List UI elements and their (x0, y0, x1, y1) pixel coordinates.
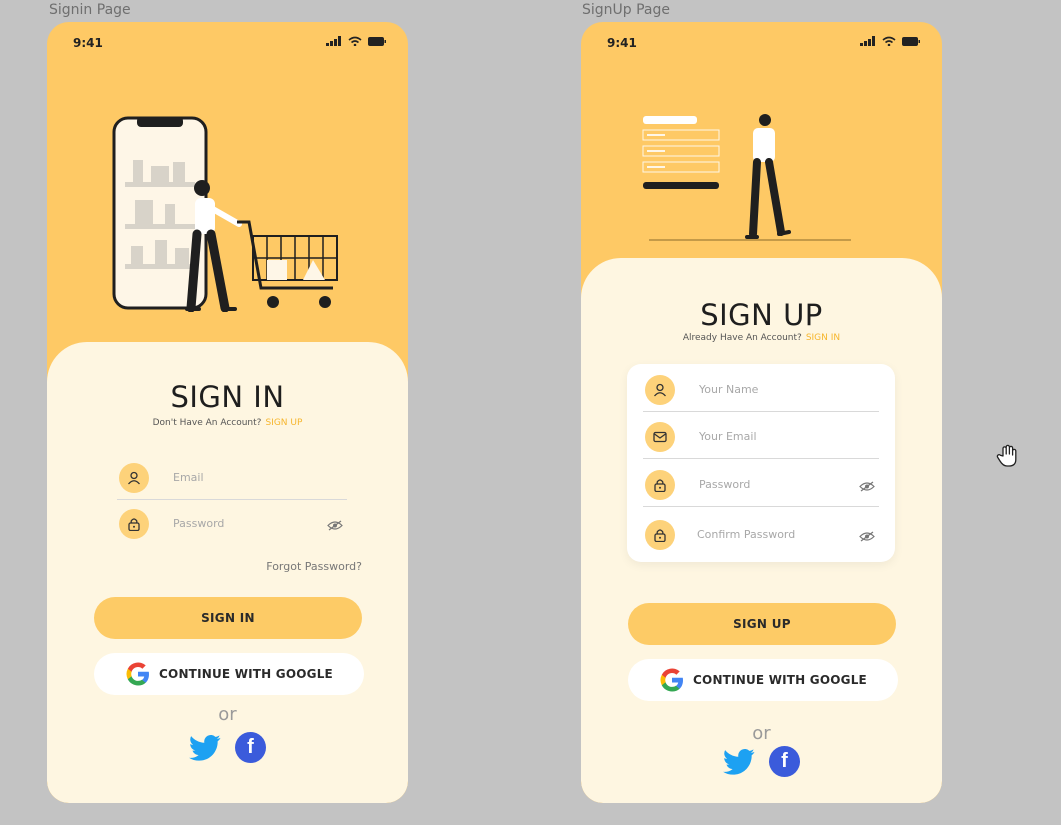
google-sign-up-button[interactable]: CONTINUE WITH GOOGLE (628, 659, 898, 701)
password-field[interactable]: Password (643, 463, 879, 507)
signup-illustration (642, 114, 851, 241)
hand-cursor-icon (996, 444, 1017, 467)
eye-off-icon[interactable] (327, 518, 343, 536)
confirm-password-placeholder: Confirm Password (697, 528, 796, 541)
field-divider (643, 506, 879, 507)
google-button-label: CONTINUE WITH GOOGLE (159, 667, 333, 681)
status-time: 9:41 (607, 36, 637, 50)
signin-phone: 9:41 SIGN IN Don't Have An Account? SIGN… (47, 22, 408, 803)
eye-off-icon[interactable] (859, 479, 875, 497)
wifi-icon (882, 36, 896, 46)
forgot-password-link[interactable]: Forgot Password? (266, 560, 362, 573)
battery-icon (368, 36, 386, 46)
user-icon (119, 463, 149, 493)
mail-icon (645, 422, 675, 452)
lock-icon (645, 520, 675, 550)
signup-prompt-text: Don't Have An Account? (152, 418, 262, 428)
signup-phone: 9:41 SIGN UP Already Have An Account? SIG… (581, 22, 942, 803)
password-placeholder: Password (699, 478, 751, 491)
lock-icon (119, 509, 149, 539)
confirm-password-field[interactable]: Confirm Password (643, 513, 879, 557)
shopping-illustration (112, 116, 338, 312)
email-field[interactable]: Email (117, 456, 347, 500)
google-icon (660, 668, 684, 692)
signup-form: Your Name Your Email Password Confirm Pa… (627, 364, 895, 562)
signup-prompt: Don't Have An Account? SIGN UP (47, 418, 408, 428)
signin-form: Email Password (101, 456, 363, 550)
signal-icon (326, 36, 341, 46)
google-icon (126, 662, 150, 686)
twitter-icon[interactable] (723, 748, 755, 776)
status-bar: 9:41 (607, 34, 920, 50)
signin-sheet: SIGN IN Don't Have An Account? SIGN UP Em… (47, 342, 408, 803)
google-sign-in-button[interactable]: CONTINUE WITH GOOGLE (94, 653, 364, 695)
signup-link[interactable]: SIGN UP (265, 418, 302, 428)
status-bar: 9:41 (73, 34, 386, 50)
sign-up-button[interactable]: SIGN UP (628, 603, 896, 645)
signup-frame-label: SignUp Page (582, 2, 671, 18)
page-title: SIGN IN (170, 380, 285, 414)
email-placeholder: Email (173, 471, 204, 484)
facebook-icon[interactable]: f (769, 746, 800, 777)
eye-off-icon[interactable] (859, 529, 875, 547)
battery-icon (902, 36, 920, 46)
email-field[interactable]: Your Email (643, 415, 879, 459)
facebook-icon[interactable]: f (235, 732, 266, 763)
password-field[interactable]: Password (117, 502, 347, 546)
sign-in-button[interactable]: SIGN IN (94, 597, 362, 639)
wifi-icon (348, 36, 362, 46)
field-divider (117, 499, 347, 500)
google-button-label: CONTINUE WITH GOOGLE (693, 673, 867, 687)
name-field[interactable]: Your Name (643, 368, 879, 412)
password-placeholder: Password (173, 517, 225, 530)
field-divider (643, 411, 879, 412)
status-time: 9:41 (73, 36, 103, 50)
social-buttons: f (47, 732, 408, 763)
signup-sheet: SIGN UP Already Have An Account? SIGN IN … (581, 258, 942, 803)
signin-prompt-text: Already Have An Account? (682, 333, 802, 343)
social-buttons: f (581, 746, 942, 777)
page-title: SIGN UP (700, 298, 823, 332)
or-divider: or (218, 704, 237, 725)
name-placeholder: Your Name (699, 383, 759, 396)
user-icon (645, 375, 675, 405)
or-divider: or (752, 723, 771, 744)
signal-icon (860, 36, 875, 46)
email-placeholder: Your Email (699, 430, 757, 443)
signin-link[interactable]: SIGN IN (806, 333, 840, 343)
field-divider (643, 458, 879, 459)
signin-frame-label: Signin Page (49, 2, 131, 18)
twitter-icon[interactable] (189, 734, 221, 762)
signin-prompt: Already Have An Account? SIGN IN (581, 333, 942, 343)
lock-icon (645, 470, 675, 500)
